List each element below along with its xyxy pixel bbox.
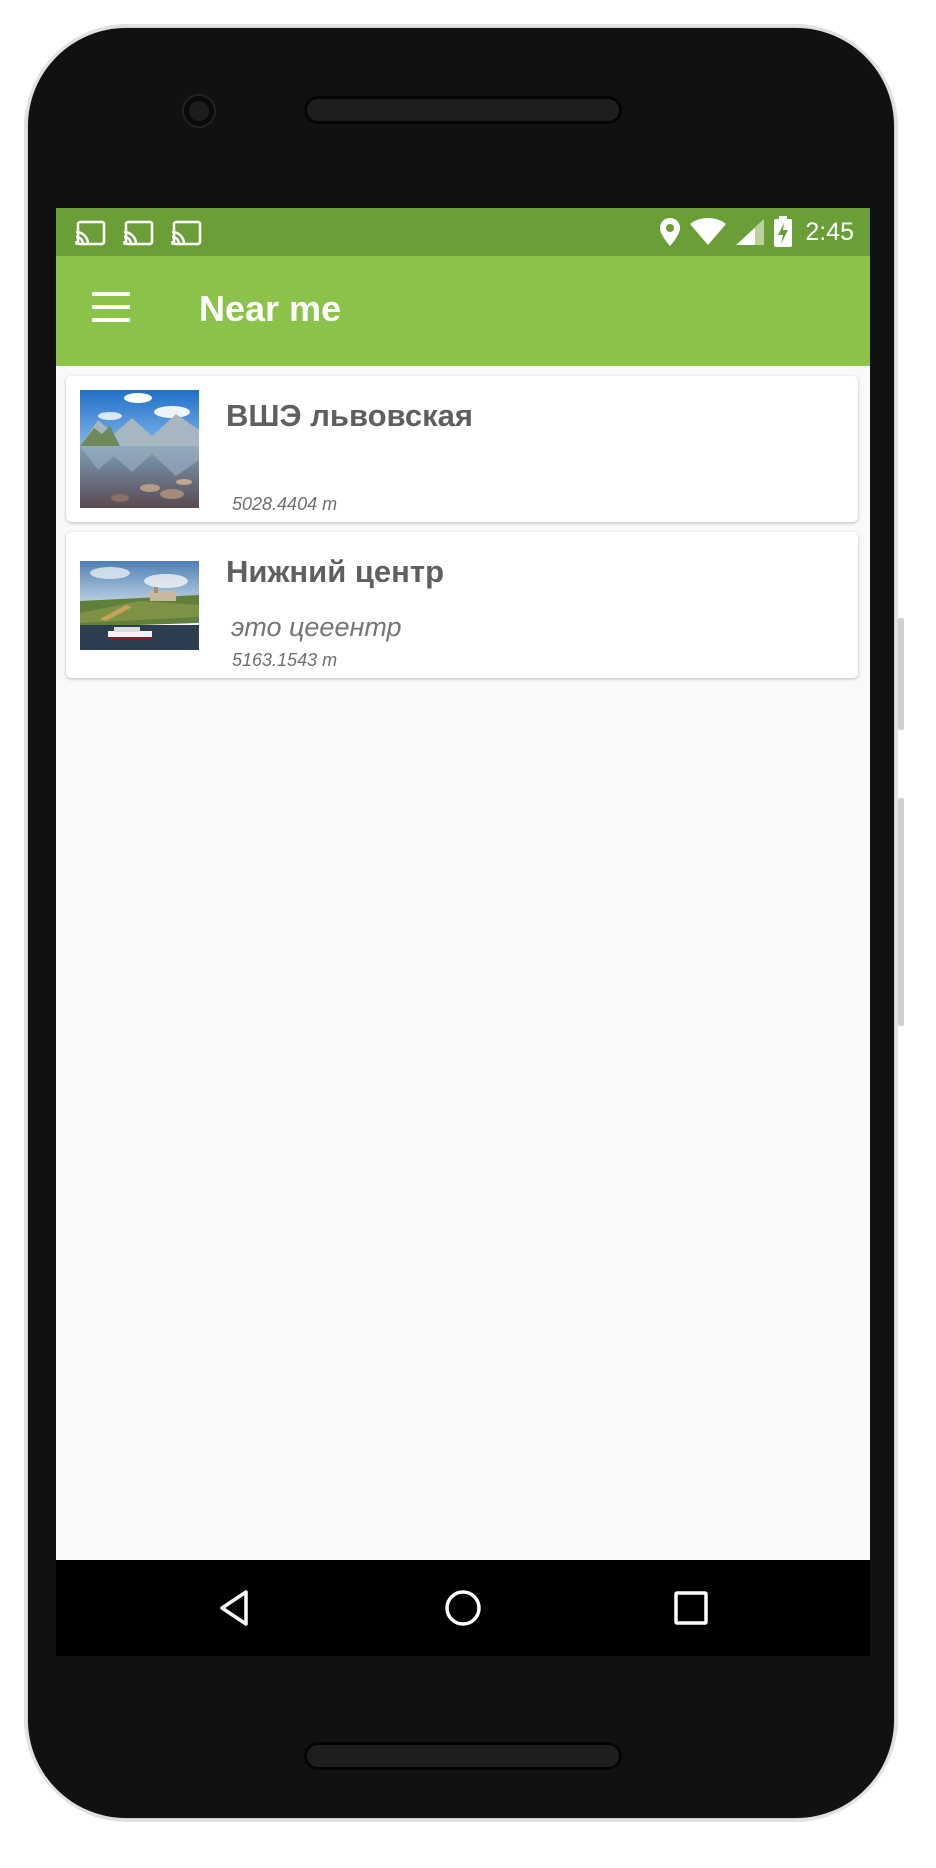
place-card[interactable]: Нижний центр это цееентр 5163.1543 m [66,532,858,678]
place-title: ВШЭ львовская [226,398,473,433]
place-thumbnail [80,561,199,650]
cast-icon [75,220,106,246]
app-title: Near me [199,288,342,329]
battery-charging-icon [774,216,793,247]
volume-key [898,618,904,730]
status-icons: 2:45 [659,208,854,256]
place-card[interactable]: ВШЭ львовская 5028.4404 m [66,376,858,522]
home-icon[interactable] [441,1586,485,1630]
navigation-bar [56,1560,870,1656]
place-thumbnail [80,390,199,508]
app-bar: Near me [56,256,870,366]
cast-icon [171,220,202,246]
place-distance: 5163.1543 m [232,650,338,670]
place-title: Нижний центр [226,554,445,589]
wifi-icon [690,218,727,245]
recents-icon[interactable] [669,1586,713,1630]
place-description: это цееентр [231,612,402,642]
back-icon[interactable] [214,1586,258,1630]
power-key [898,798,904,1026]
place-distance: 5028.4404 m [232,494,338,514]
status-time: 2:45 [805,217,854,246]
status-bar: 2:45 [56,208,870,256]
earpiece-speaker [304,96,622,124]
cast-icon [123,220,154,246]
location-icon [660,218,681,246]
signal-icon [736,219,765,245]
bottom-speaker [304,1742,622,1770]
hamburger-menu-icon[interactable] [92,292,130,322]
screen: 2:45 Near me ВШЭ львовская 5028.4404 m Н… [56,208,870,1656]
front-camera [184,96,214,126]
